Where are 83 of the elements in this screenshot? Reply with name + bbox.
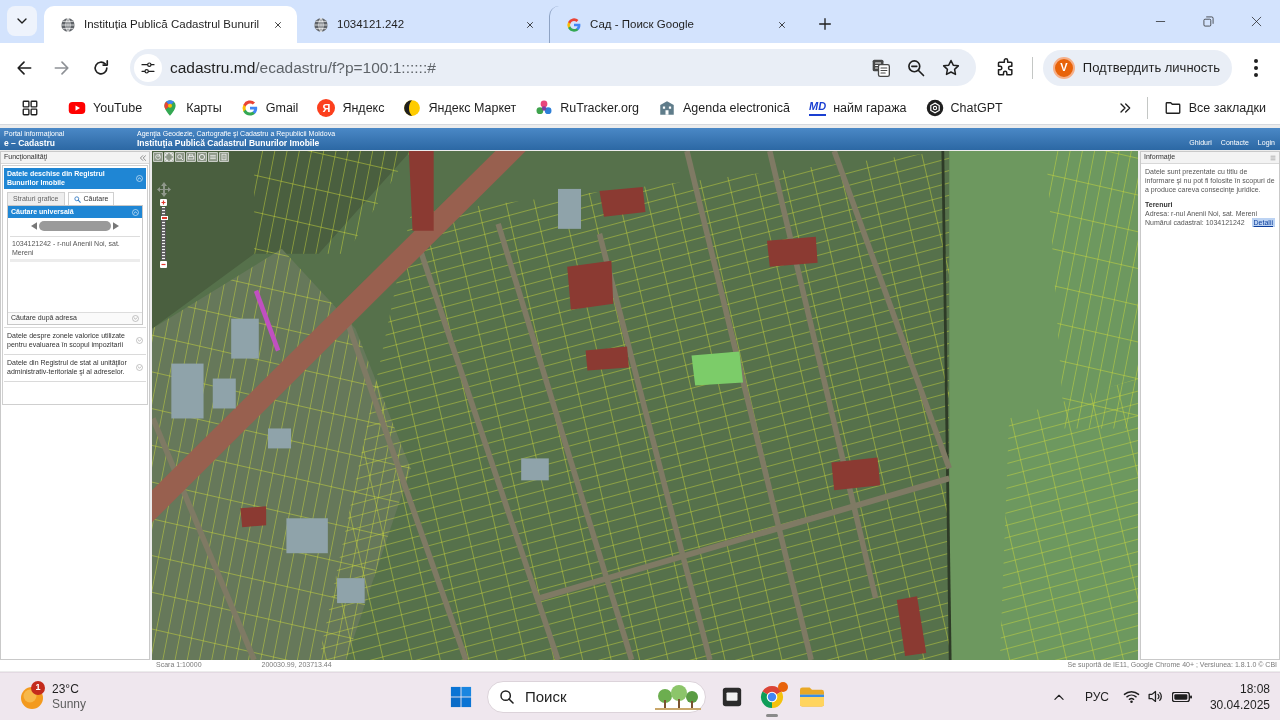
tab-search-button[interactable] xyxy=(7,6,37,36)
bookmark-link[interactable]: RuTracker.org xyxy=(527,94,647,122)
restore-icon xyxy=(1202,16,1214,27)
zoom-in-button[interactable] xyxy=(160,199,167,206)
window-tile-icon xyxy=(721,685,743,708)
speaker-icon[interactable] xyxy=(1146,688,1164,705)
search-field[interactable] xyxy=(39,220,111,231)
notification-dot-icon xyxy=(778,681,788,692)
zoom-out-icon xyxy=(905,57,926,78)
wifi-icon[interactable] xyxy=(1122,688,1140,705)
grid-icon xyxy=(21,99,39,117)
folder-icon xyxy=(800,686,824,707)
slider-thumb[interactable] xyxy=(161,216,168,221)
reload-icon xyxy=(91,57,111,78)
plus-icon xyxy=(161,200,166,205)
search-field[interactable]: Поиск xyxy=(487,680,706,713)
close-icon xyxy=(777,19,787,30)
site-info-button[interactable] xyxy=(134,53,162,82)
all-bookmarks-button[interactable]: Все закладки xyxy=(1155,94,1273,122)
address-bar[interactable]: cadastru.md/ecadastru/f?p=100:1::::::# xyxy=(130,49,976,86)
sliders-icon xyxy=(140,59,156,76)
hexagon-logo-icon xyxy=(925,99,944,117)
browser-tab[interactable]: Instituția Publică Cadastrul Bunuril xyxy=(44,6,297,43)
bookmark-link[interactable]: Agenda electronică xyxy=(650,94,798,122)
profile-avatar: V xyxy=(1052,56,1075,79)
browser-tab[interactable]: 1034121.242 xyxy=(297,6,549,43)
clock-time[interactable]: 18:08 xyxy=(1239,680,1270,697)
search-icon xyxy=(73,195,81,203)
plus-icon xyxy=(817,16,833,32)
magnifier-icon xyxy=(176,153,184,161)
globe-icon xyxy=(60,16,76,33)
site-title: e – Cadastru xyxy=(4,138,57,149)
flower-icon xyxy=(535,99,554,117)
windows-logo-icon xyxy=(450,685,472,708)
landscape-icon xyxy=(655,683,701,710)
printer-icon xyxy=(187,153,195,161)
input-language[interactable]: РУС xyxy=(1084,687,1109,706)
puzzle-icon xyxy=(995,57,1016,78)
bookmark-link[interactable]: YouTube xyxy=(60,94,150,122)
google-icon xyxy=(566,16,582,33)
folder-icon xyxy=(1163,99,1182,117)
search-icon xyxy=(499,688,515,705)
collapse-chevrons-icon[interactable] xyxy=(140,154,146,161)
minus-icon xyxy=(161,262,166,267)
clock-date[interactable]: 30.04.2025 xyxy=(1209,696,1270,713)
globe-icon xyxy=(313,16,329,33)
star-icon xyxy=(940,57,961,78)
zoom-out-button[interactable] xyxy=(160,261,167,268)
right-arrow-icon[interactable] xyxy=(113,221,119,230)
running-indicator xyxy=(766,713,778,717)
half-circle-icon xyxy=(403,99,422,117)
close-icon xyxy=(525,19,535,30)
zoom-slider[interactable] xyxy=(161,207,166,260)
expand-icon xyxy=(165,153,173,161)
google-icon xyxy=(240,99,259,117)
battery-icon[interactable] xyxy=(1171,691,1192,702)
map-tool-button[interactable] xyxy=(197,152,207,162)
institution-name: Instituţia Publică Cadastrul Bunurilor Imobile xyxy=(137,138,321,149)
profile-button[interactable]: V Подтвердить личность xyxy=(1042,49,1233,86)
left-arrow-icon[interactable] xyxy=(31,221,37,230)
pan-arrows-icon[interactable] xyxy=(157,182,171,197)
play-icon xyxy=(68,99,86,117)
close-icon xyxy=(273,19,283,30)
bookmark-link[interactable]: Карты xyxy=(153,94,229,122)
lines-icon xyxy=(209,153,217,161)
bookmark-link[interactable]: ChatGPT xyxy=(917,94,1010,122)
more-vertical-icon xyxy=(1254,58,1259,77)
letter-logo: Я xyxy=(317,99,336,117)
bookmark-link[interactable]: Яндекс Маркет xyxy=(395,94,524,122)
temperature: 23°C xyxy=(52,681,80,697)
document-icon xyxy=(220,153,228,161)
close-icon xyxy=(1250,16,1262,27)
notification-badge: 1 xyxy=(31,680,45,695)
bookmark-link[interactable]: Gmail xyxy=(232,94,306,122)
building-icon xyxy=(658,99,677,117)
url-text[interactable]: cadastru.md/ecadastru/f?p=100:1::::::# xyxy=(170,55,436,80)
weather-condition: Sunny xyxy=(52,696,87,712)
bookmark-link[interactable]: Я Яндекс xyxy=(309,94,392,122)
ring-icon xyxy=(198,153,206,161)
bookmark-link[interactable]: MD найм гаража xyxy=(801,94,914,122)
translate-icon xyxy=(870,57,891,78)
chrome-icon xyxy=(760,684,784,709)
letter-logo: MD xyxy=(809,100,827,116)
